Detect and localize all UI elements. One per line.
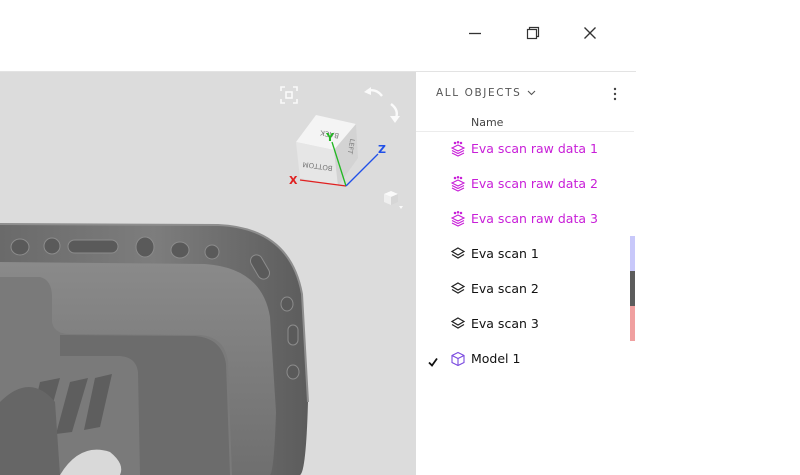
object-label: Eva scan raw data 1 (471, 141, 598, 156)
close-icon (584, 27, 596, 39)
object-row[interactable]: Eva scan 3 (416, 306, 636, 341)
object-label: Model 1 (471, 351, 521, 366)
raw-scan-icon (450, 140, 466, 157)
close-button[interactable] (575, 18, 605, 48)
chevron-down-icon (528, 90, 536, 96)
minimize-icon (469, 32, 481, 35)
object-row[interactable]: Eva scan raw data 2 (416, 166, 636, 201)
3d-viewport[interactable]: BACK BOTTOM LEFT X Y Z (0, 72, 416, 475)
restore-icon (526, 26, 540, 40)
object-row[interactable]: Eva scan raw data 1 (416, 131, 636, 166)
rotate-left-button[interactable] (362, 84, 384, 100)
z-axis-label: Z (378, 143, 386, 156)
model-cube-icon (450, 351, 466, 367)
object-label: Eva scan 1 (471, 246, 539, 261)
object-row[interactable]: Model 1 (416, 341, 636, 376)
restore-button[interactable] (518, 18, 548, 48)
visibility-check-icon[interactable] (427, 353, 439, 367)
raw-scan-icon (450, 210, 466, 227)
raw-scan-icon (450, 175, 466, 192)
all-objects-label: ALL OBJECTS (436, 87, 522, 99)
y-axis-label: Y (325, 131, 335, 144)
all-objects-dropdown[interactable]: ALL OBJECTS (436, 87, 536, 99)
object-label: Eva scan raw data 2 (471, 176, 598, 191)
object-label: Eva scan 3 (471, 316, 539, 331)
fit-view-button[interactable] (280, 86, 298, 104)
objects-panel: ALL OBJECTS Name Eva scan raw data 1 Eva … (416, 72, 636, 475)
object-row[interactable]: Eva scan raw data 3 (416, 201, 636, 236)
object-row[interactable]: Eva scan 1 (416, 236, 636, 271)
panel-menu-button[interactable] (610, 84, 620, 104)
more-vertical-icon (613, 87, 617, 101)
object-label: Eva scan 2 (471, 281, 539, 296)
object-color-swatch (630, 306, 635, 341)
rotate-left-icon (364, 87, 383, 97)
fit-view-icon (280, 86, 298, 104)
object-label: Eva scan raw data 3 (471, 211, 598, 226)
object-color-swatch (630, 271, 635, 306)
name-column-header[interactable]: Name (471, 116, 503, 129)
scan-layers-icon (450, 316, 466, 332)
object-row[interactable]: Eva scan 2 (416, 271, 636, 306)
object-color-swatch (630, 236, 635, 271)
scan-layers-icon (450, 281, 466, 297)
x-axis-label: X (289, 174, 298, 187)
navigation-cube[interactable]: BACK BOTTOM LEFT X Y Z (286, 110, 406, 200)
minimize-button[interactable] (460, 18, 490, 48)
title-bar (0, 0, 636, 72)
scan-layers-icon (450, 246, 466, 262)
